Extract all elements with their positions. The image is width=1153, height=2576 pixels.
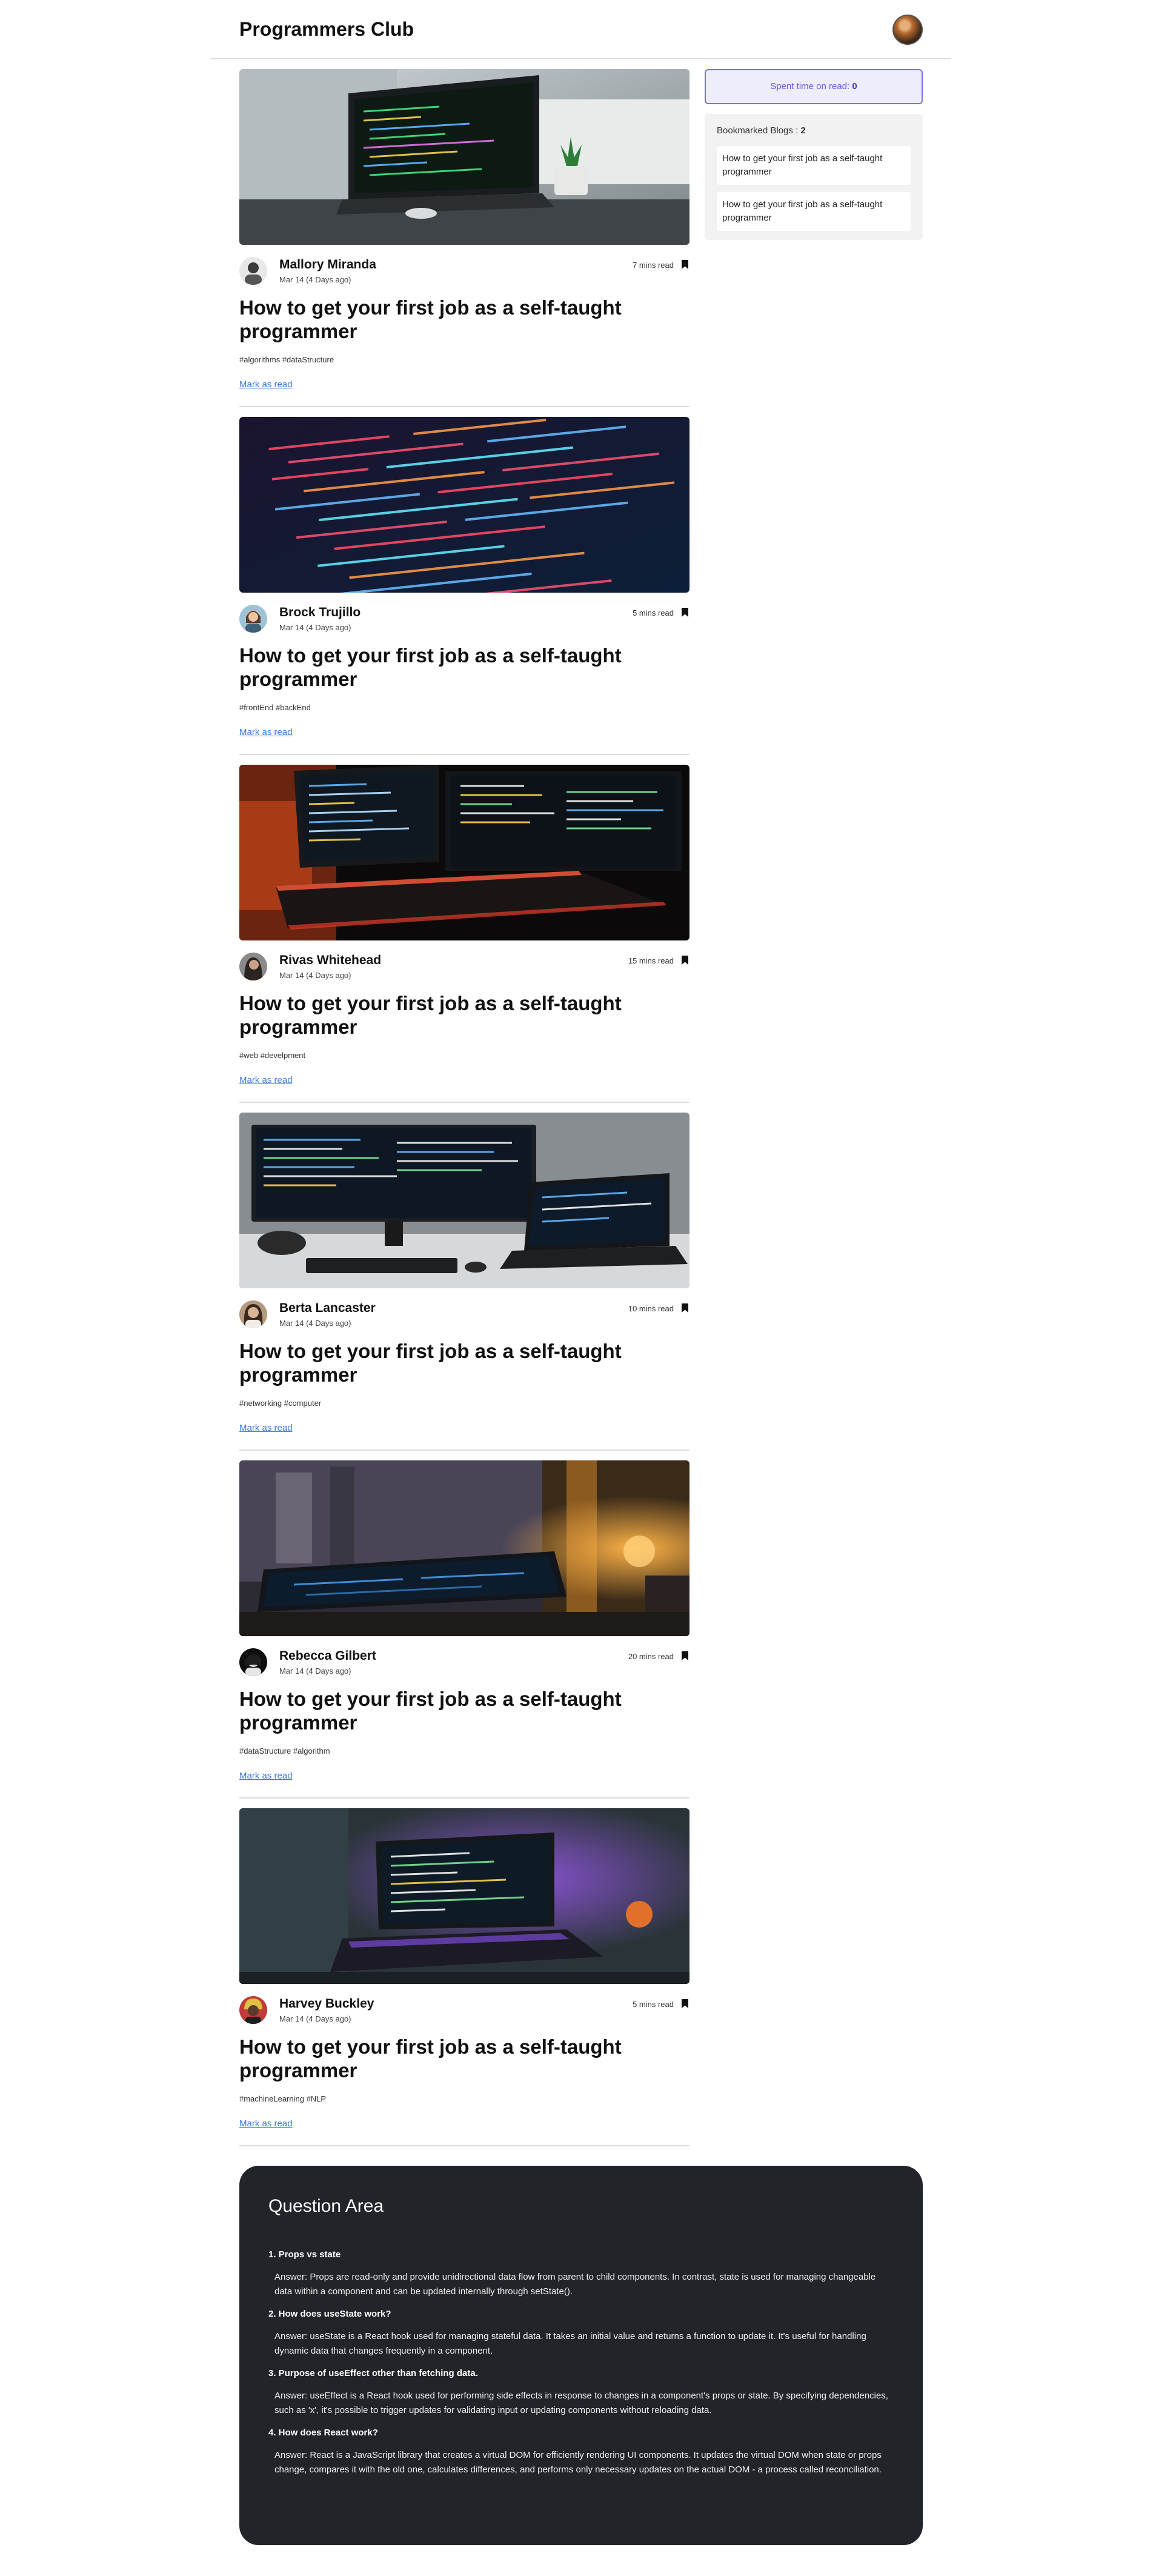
author-avatar xyxy=(239,605,267,633)
blog-card: Rebecca Gilbert Mar 14 (4 Days ago) 20 m… xyxy=(239,1460,689,1799)
read-time: 5 mins read xyxy=(633,2000,674,2009)
bookmark-icon[interactable] xyxy=(682,260,688,269)
blog-title: How to get your first job as a self-taug… xyxy=(239,1340,622,1386)
blog-card: Mallory Miranda Mar 14 (4 Days ago) 7 mi… xyxy=(239,69,689,407)
question: 4. How does React work? xyxy=(268,2428,378,2438)
blog-title: How to get your first job as a self-taug… xyxy=(239,1688,622,1734)
blog-title: How to get your first job as a self-taug… xyxy=(239,992,622,1038)
bookmark-icon[interactable] xyxy=(682,956,688,965)
blog-title: How to get your first job as a self-taug… xyxy=(239,644,622,690)
blog-cover-image xyxy=(239,69,689,245)
blog-tags: #machineLearning #NLP xyxy=(239,2094,327,2103)
read-time: 10 mins read xyxy=(628,1304,674,1313)
bookmarked-item[interactable]: How to get your first job as a self-taug… xyxy=(717,146,911,185)
answer: Answer: useState is a React hook used fo… xyxy=(274,2331,866,2356)
bookmarked-blogs-panel: Bookmarked Blogs : 2 How to get your fir… xyxy=(705,114,923,240)
author-avatar xyxy=(239,257,267,285)
spent-time-label: Spent time on read: xyxy=(770,81,852,92)
mark-as-read-link[interactable]: Mark as read xyxy=(239,727,689,751)
blog-cover-image xyxy=(239,1113,689,1288)
author-name: Berta Lancaster xyxy=(279,1301,376,1315)
blog-tags: #algorithms #dataStructure xyxy=(239,355,334,364)
answer: Answer: Props are read-only and provide … xyxy=(274,2272,876,2297)
publish-date: Mar 14 (4 Days ago) xyxy=(279,623,351,632)
top-navbar: Programmers Club xyxy=(211,0,951,59)
question-area-title: Question Area xyxy=(268,2196,384,2216)
author-name: Rebecca Gilbert xyxy=(279,1649,376,1663)
blog-tags: #web #develpment xyxy=(239,1051,306,1060)
read-time: 5 mins read xyxy=(633,608,674,617)
question: 3. Purpose of useEffect other than fetch… xyxy=(268,2368,478,2378)
blog-tags: #frontEnd #backEnd xyxy=(239,703,311,712)
publish-date: Mar 14 (4 Days ago) xyxy=(279,1319,351,1328)
bookmarked-count: 2 xyxy=(800,125,806,136)
spent-time-box: Spent time on read: 0 xyxy=(705,69,923,104)
read-time: 20 mins read xyxy=(628,1652,674,1661)
author-name: Mallory Miranda xyxy=(279,258,376,271)
mark-as-read-link[interactable]: Mark as read xyxy=(239,1075,689,1099)
author-avatar xyxy=(239,1648,267,1676)
blog-card: Rivas Whitehead Mar 14 (4 Days ago) 15 m… xyxy=(239,765,689,1103)
mark-as-read-link[interactable]: Mark as read xyxy=(239,379,689,404)
author-avatar xyxy=(239,1300,267,1328)
site-brand[interactable]: Programmers Club xyxy=(239,18,414,41)
bookmark-icon[interactable] xyxy=(682,608,688,617)
blog-tags: #dataStructure #algorithm xyxy=(239,1746,330,1756)
question: 1. Props vs state xyxy=(268,2249,341,2260)
blog-cover-image xyxy=(239,1808,689,1984)
bookmarked-heading: Bookmarked Blogs : 2 xyxy=(717,125,911,136)
publish-date: Mar 14 (4 Days ago) xyxy=(279,2014,351,2023)
blog-card: Harvey Buckley Mar 14 (4 Days ago) 5 min… xyxy=(239,1808,689,2146)
bookmark-icon[interactable] xyxy=(682,1303,688,1313)
blog-tags: #networking #computer xyxy=(239,1399,322,1408)
author-name: Harvey Buckley xyxy=(279,1997,374,2011)
author-avatar xyxy=(239,1996,267,2024)
read-time: 7 mins read xyxy=(633,261,674,270)
publish-date: Mar 14 (4 Days ago) xyxy=(279,1666,351,1676)
blog-title: How to get your first job as a self-taug… xyxy=(239,296,622,342)
bookmarked-label: Bookmarked Blogs : xyxy=(717,125,801,136)
author-name: Brock Trujillo xyxy=(279,605,361,619)
bookmarked-item[interactable]: How to get your first job as a self-taug… xyxy=(717,192,911,231)
author-avatar xyxy=(239,953,267,980)
answer: Answer: React is a JavaScript library th… xyxy=(274,2450,882,2475)
spent-time-value: 0 xyxy=(852,81,857,92)
publish-date: Mar 14 (4 Days ago) xyxy=(279,275,351,284)
blog-cover-image xyxy=(239,1460,689,1636)
bookmark-icon[interactable] xyxy=(682,1651,688,1660)
profile-avatar[interactable] xyxy=(892,15,923,45)
author-name: Rivas Whitehead xyxy=(279,953,382,967)
blog-cover-image xyxy=(239,765,689,940)
bookmark-icon[interactable] xyxy=(682,1999,688,2008)
blog-title: How to get your first job as a self-taug… xyxy=(239,2035,622,2082)
blog-card: Brock Trujillo Mar 14 (4 Days ago) 5 min… xyxy=(239,417,689,755)
mark-as-read-link[interactable]: Mark as read xyxy=(239,2118,689,2143)
publish-date: Mar 14 (4 Days ago) xyxy=(279,971,351,980)
question-area: Question Area 1. Props vs state Answer: … xyxy=(239,2166,923,2545)
mark-as-read-link[interactable]: Mark as read xyxy=(239,1771,689,1795)
mark-as-read-link[interactable]: Mark as read xyxy=(239,1423,689,1447)
answer: Answer: useEffect is a React hook used f… xyxy=(274,2391,888,2415)
blog-card: Berta Lancaster Mar 14 (4 Days ago) 10 m… xyxy=(239,1113,689,1451)
read-time: 15 mins read xyxy=(628,956,674,965)
blog-cover-image xyxy=(239,417,689,593)
question: 2. How does useState work? xyxy=(268,2309,391,2319)
